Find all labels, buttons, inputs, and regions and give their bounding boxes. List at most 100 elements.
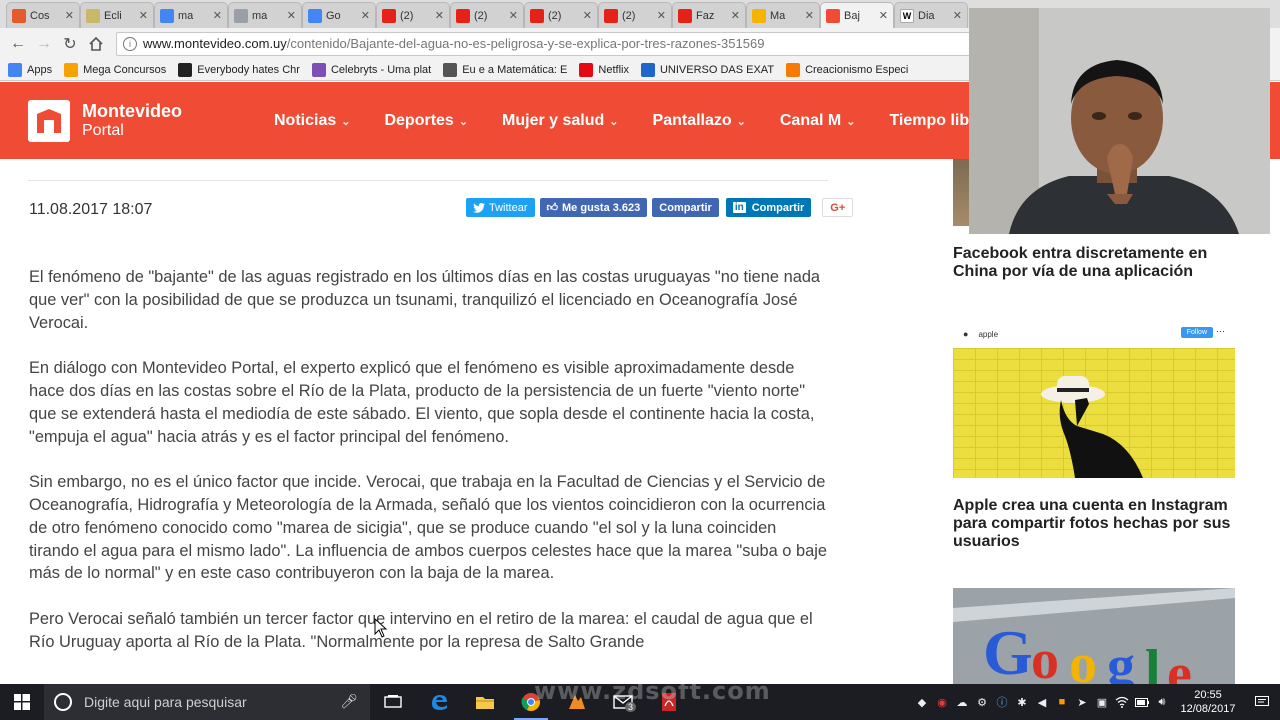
silhouette-photo (1041, 376, 1143, 478)
menu-item-label: Noticias (274, 112, 337, 129)
bluetooth-icon[interactable]: ✱ (1012, 684, 1032, 720)
microphone-icon[interactable]: 🎤︎ (340, 693, 358, 710)
google-plus-button[interactable]: G+ (822, 198, 854, 217)
site-logo[interactable]: Montevideo Portal (28, 100, 182, 142)
close-tab-icon[interactable]: ✕ (139, 9, 148, 22)
bookmark-item[interactable]: Eu e a Matemática: E (443, 62, 567, 77)
edge-icon[interactable] (416, 684, 462, 720)
svg-text:l: l (1145, 639, 1161, 684)
browser-tab[interactable]: Baj ✕ (820, 2, 894, 28)
bookmark-label: Celebryts - Uma plat (330, 63, 432, 76)
wifi-icon[interactable] (1112, 684, 1132, 720)
tab-title: Dia (918, 9, 935, 22)
linkedin-share-button[interactable]: in Compartir (725, 198, 812, 217)
tray-record-icon[interactable]: ◉ (932, 684, 952, 720)
file-explorer-icon[interactable] (462, 684, 508, 720)
close-tab-icon[interactable]: ✕ (805, 9, 814, 22)
reload-icon[interactable]: ↻ (58, 32, 82, 56)
close-tab-icon[interactable]: ✕ (361, 9, 370, 22)
sidebar-story-title[interactable]: Facebook entra discretamente en China po… (953, 245, 1243, 281)
menu-item[interactable]: Noticias ⌄ (274, 112, 350, 130)
menu-item[interactable]: Canal M ⌄ (780, 112, 856, 130)
windows-start-icon[interactable] (0, 684, 44, 720)
browser-tab[interactable]: (2) ✕ (376, 2, 450, 28)
facebook-share-button[interactable]: Compartir (652, 198, 719, 217)
browser-tab[interactable]: Ecli ✕ (80, 2, 154, 28)
chevron-down-icon: ⌄ (846, 115, 856, 128)
forward-icon[interactable]: → (32, 32, 56, 56)
tab-favicon-icon (12, 8, 26, 23)
address-bar[interactable]: i www.montevideo.com.uy/contenido/Bajant… (116, 31, 1016, 56)
volume-icon[interactable]: 🔊︎ (1152, 684, 1172, 720)
tray-monitor-icon[interactable]: ▣ (1092, 684, 1112, 720)
close-tab-icon[interactable]: ✕ (65, 9, 74, 22)
like-label: Me gusta 3.623 (562, 201, 641, 214)
cortana-icon (54, 693, 72, 711)
close-tab-icon[interactable]: ✕ (435, 9, 444, 22)
bookmark-icon (443, 62, 458, 77)
browser-tab[interactable]: ma ✕ (228, 2, 302, 28)
close-tab-icon[interactable]: ✕ (879, 9, 888, 22)
close-tab-icon[interactable]: ✕ (953, 9, 962, 22)
browser-tab[interactable]: W Dia ✕ (894, 2, 968, 28)
browser-tab[interactable]: Ma ✕ (746, 2, 820, 28)
bookmark-item[interactable]: Mega Concursos (64, 62, 167, 77)
tray-info-icon[interactable]: ⓘ (992, 684, 1012, 720)
battery-icon[interactable] (1132, 684, 1152, 720)
google-story-image[interactable]: G o o g l e (953, 588, 1235, 684)
tray-arrow-icon[interactable]: ➤ (1072, 684, 1092, 720)
twitter-button[interactable]: Twittear (466, 198, 535, 217)
url-host: www.montevideo.com.uy (143, 36, 287, 51)
bookmark-item[interactable]: Celebryts - Uma plat (311, 62, 432, 77)
close-tab-icon[interactable]: ✕ (213, 9, 222, 22)
bookmark-item[interactable]: Everybody hates Chr (178, 62, 300, 77)
menu-item[interactable]: Pantallazo ⌄ (653, 112, 746, 130)
chevron-down-icon: ⌄ (458, 115, 469, 128)
tab-title: Faz (696, 9, 715, 22)
browser-tab[interactable]: ma ✕ (154, 2, 228, 28)
linkedin-share-label: Compartir (751, 201, 805, 214)
menu-item[interactable]: Deportes ⌄ (384, 112, 468, 130)
article-body: El fenómeno de "bajante" de las aguas re… (29, 266, 829, 676)
tab-title: Baj (844, 9, 860, 22)
chevron-down-icon: ⌄ (736, 115, 746, 128)
tray-orange-app-icon[interactable]: ■ (1052, 684, 1072, 720)
tray-settings-icon[interactable]: ⚙ (972, 684, 992, 720)
follow-button[interactable]: Follow (1180, 327, 1213, 338)
bookmark-item[interactable]: Netflix (579, 62, 629, 77)
sidebar-story-title[interactable]: Apple crea una cuenta en Instagram para … (953, 497, 1243, 551)
home-icon[interactable] (84, 32, 108, 56)
thumbs-up-icon: 👍︎ (546, 202, 559, 214)
close-tab-icon[interactable]: ✕ (287, 9, 296, 22)
facebook-like-button[interactable]: 👍︎ Me gusta 3.623 (539, 198, 648, 217)
close-tab-icon[interactable]: ✕ (583, 9, 592, 22)
bookmark-item[interactable]: Creacionismo Especi (786, 62, 908, 77)
taskbar-clock[interactable]: 20:55 12/08/2017 (1172, 688, 1244, 716)
bookmark-item[interactable]: Apps (8, 62, 52, 77)
browser-tab[interactable]: Go ✕ (302, 2, 376, 28)
menu-item[interactable]: Mujer y salud ⌄ (502, 112, 618, 130)
browser-tab[interactable]: (2) ✕ (524, 2, 598, 28)
close-tab-icon[interactable]: ✕ (657, 9, 666, 22)
menu-item-label: Deportes (384, 112, 454, 129)
tray-sound-app-icon[interactable]: ◀ (1032, 684, 1052, 720)
taskbar-search[interactable]: Digite aqui para pesquisar 🎤︎ (44, 684, 370, 720)
task-view-icon[interactable] (370, 684, 416, 720)
browser-tab[interactable]: (2) ✕ (598, 2, 672, 28)
tray-app-icon[interactable]: ◆ (912, 684, 932, 720)
browser-tab[interactable]: Cos ✕ (6, 2, 80, 28)
notification-icon[interactable] (1244, 684, 1280, 720)
article-paragraph: En diálogo con Montevideo Portal, el exp… (29, 359, 815, 446)
close-tab-icon[interactable]: ✕ (731, 9, 740, 22)
onedrive-icon[interactable]: ☁ (952, 684, 972, 720)
browser-tab[interactable]: (2) ✕ (450, 2, 524, 28)
bookmark-icon (579, 62, 594, 77)
info-icon[interactable]: i (123, 36, 137, 51)
close-tab-icon[interactable]: ✕ (509, 9, 518, 22)
browser-tab[interactable]: Faz ✕ (672, 2, 746, 28)
bookmark-label: Mega Concursos (83, 63, 167, 76)
back-icon[interactable]: ← (6, 32, 30, 56)
bookmark-item[interactable]: UNIVERSO DAS EXAT (640, 62, 774, 77)
logo-mark-icon (28, 100, 70, 142)
instagram-embed-image[interactable]: ● apple Follow ⋯ (953, 320, 1235, 478)
